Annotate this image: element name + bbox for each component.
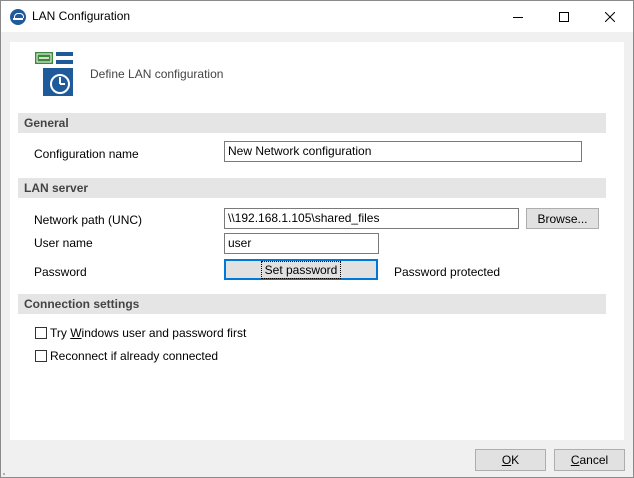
section-connection-heading: Connection settings: [24, 297, 140, 311]
resize-grip-icon[interactable]: [1, 467, 13, 477]
try-windows-accelerator: W: [70, 326, 82, 340]
title-bar: LAN Configuration: [1, 1, 633, 32]
section-connection-settings: Connection settings: [18, 294, 606, 314]
section-general: General: [18, 113, 606, 133]
configuration-name-label: Configuration name: [34, 147, 139, 161]
cancel-label-rest: ancel: [579, 453, 609, 467]
cancel-button-label: Cancel: [571, 453, 608, 467]
browse-button[interactable]: Browse...: [526, 208, 599, 229]
try-windows-credentials-checkbox[interactable]: [35, 327, 47, 339]
close-button[interactable]: [587, 1, 633, 32]
close-icon: [605, 11, 615, 22]
lan-config-icon: [35, 52, 73, 96]
section-lan-server: LAN server: [18, 178, 606, 198]
password-label: Password: [34, 265, 87, 279]
lan-configuration-dialog: LAN Configuration Define LAN configurati…: [0, 0, 634, 478]
dialog-subtitle: Define LAN configuration: [90, 67, 224, 81]
user-name-input[interactable]: user: [224, 233, 379, 254]
maximize-button[interactable]: [541, 1, 587, 32]
maximize-icon: [559, 11, 569, 22]
ok-label-rest: K: [511, 453, 520, 467]
section-lan-server-heading: LAN server: [24, 181, 89, 195]
user-name-label: User name: [34, 236, 93, 250]
minimize-icon: [513, 16, 523, 18]
try-windows-suffix: indows user and password first: [81, 326, 247, 340]
password-status-text: Password protected: [394, 265, 501, 279]
cancel-button[interactable]: Cancel: [554, 449, 625, 471]
configuration-name-input[interactable]: New Network configuration: [224, 141, 582, 162]
ok-button[interactable]: OK: [475, 449, 546, 471]
set-password-button[interactable]: Set password: [224, 259, 378, 280]
browse-button-label: Browse...: [537, 211, 588, 226]
minimize-button[interactable]: [495, 1, 541, 32]
network-path-input[interactable]: \\192.168.1.105\shared_files: [224, 208, 519, 229]
window-title: LAN Configuration: [32, 9, 131, 23]
set-password-button-label: Set password: [260, 260, 342, 279]
reconnect-label[interactable]: Reconnect if already connected: [50, 349, 218, 363]
app-icon: [10, 9, 26, 25]
section-general-heading: General: [24, 116, 69, 130]
try-windows-credentials-label[interactable]: Try Windows user and password first: [50, 326, 246, 340]
reconnect-checkbox[interactable]: [35, 350, 47, 362]
network-path-label: Network path (UNC): [34, 213, 143, 227]
try-windows-prefix: Try: [50, 326, 71, 340]
ok-accelerator: O: [501, 453, 512, 467]
ok-button-label: OK: [502, 453, 519, 467]
